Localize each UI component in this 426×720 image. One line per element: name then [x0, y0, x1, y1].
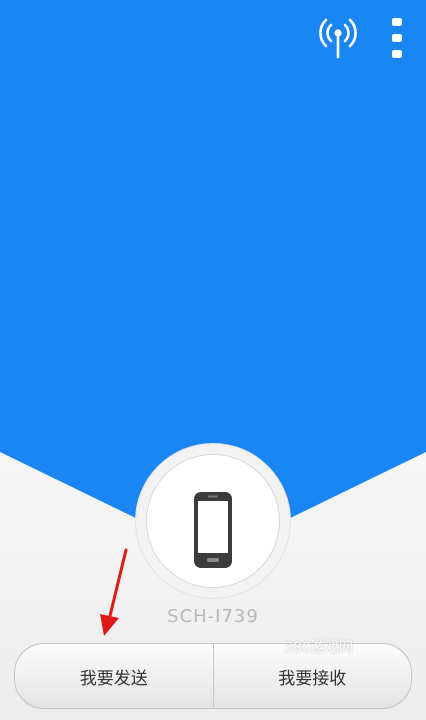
device-avatar: [146, 454, 280, 588]
send-button[interactable]: 我要发送: [15, 644, 213, 708]
wifi-hotspot-icon[interactable]: [318, 14, 358, 60]
watermark: 380游戏网: [284, 640, 353, 656]
red-arrow-icon: [100, 548, 128, 636]
blue-header-background: [0, 0, 426, 524]
device-name-label: SCH-I739: [167, 606, 259, 627]
more-vertical-icon[interactable]: [384, 16, 410, 60]
smartphone-icon: [194, 492, 232, 568]
